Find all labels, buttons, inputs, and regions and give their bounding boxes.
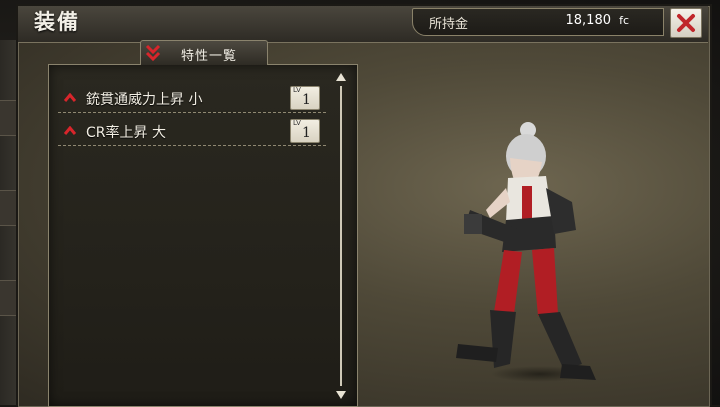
- trait-row[interactable]: 銃貫通威力上昇 小 LV 1: [58, 86, 326, 113]
- close-x-icon: [677, 14, 695, 32]
- money-display: 所持金 18,180 fc: [412, 8, 664, 36]
- tab-traits-list[interactable]: 特性一覧: [140, 40, 268, 65]
- trait-row[interactable]: CR率上昇 大 LV 1: [58, 119, 326, 146]
- level-number: 1: [302, 92, 311, 108]
- up-arrow-icon: [64, 126, 76, 135]
- page-title: 装備: [34, 10, 80, 34]
- scrollbar-track[interactable]: [340, 86, 342, 386]
- money-unit: fc: [619, 14, 629, 27]
- double-chevron-down-icon: [145, 44, 161, 62]
- scroll-up-arrow-icon[interactable]: [335, 72, 347, 82]
- money-value: 18,180: [565, 13, 612, 28]
- level-badge: LV 1: [290, 86, 320, 110]
- money-label: 所持金: [429, 17, 469, 32]
- scroll-down-arrow-icon[interactable]: [335, 390, 347, 400]
- up-arrow-icon: [64, 93, 76, 102]
- character-model: [456, 122, 596, 380]
- traits-scrollbar[interactable]: [335, 72, 347, 400]
- traits-list-panel: [48, 64, 358, 407]
- trait-name: CR率上昇 大: [86, 125, 166, 141]
- level-badge: LV 1: [290, 119, 320, 143]
- tab-label: 特性一覧: [181, 49, 238, 64]
- level-number: 1: [302, 125, 311, 141]
- close-button[interactable]: [670, 8, 702, 38]
- level-tag: LV: [293, 119, 301, 127]
- trait-name: 銃貫通威力上昇 小: [86, 92, 203, 108]
- level-tag: LV: [293, 86, 301, 94]
